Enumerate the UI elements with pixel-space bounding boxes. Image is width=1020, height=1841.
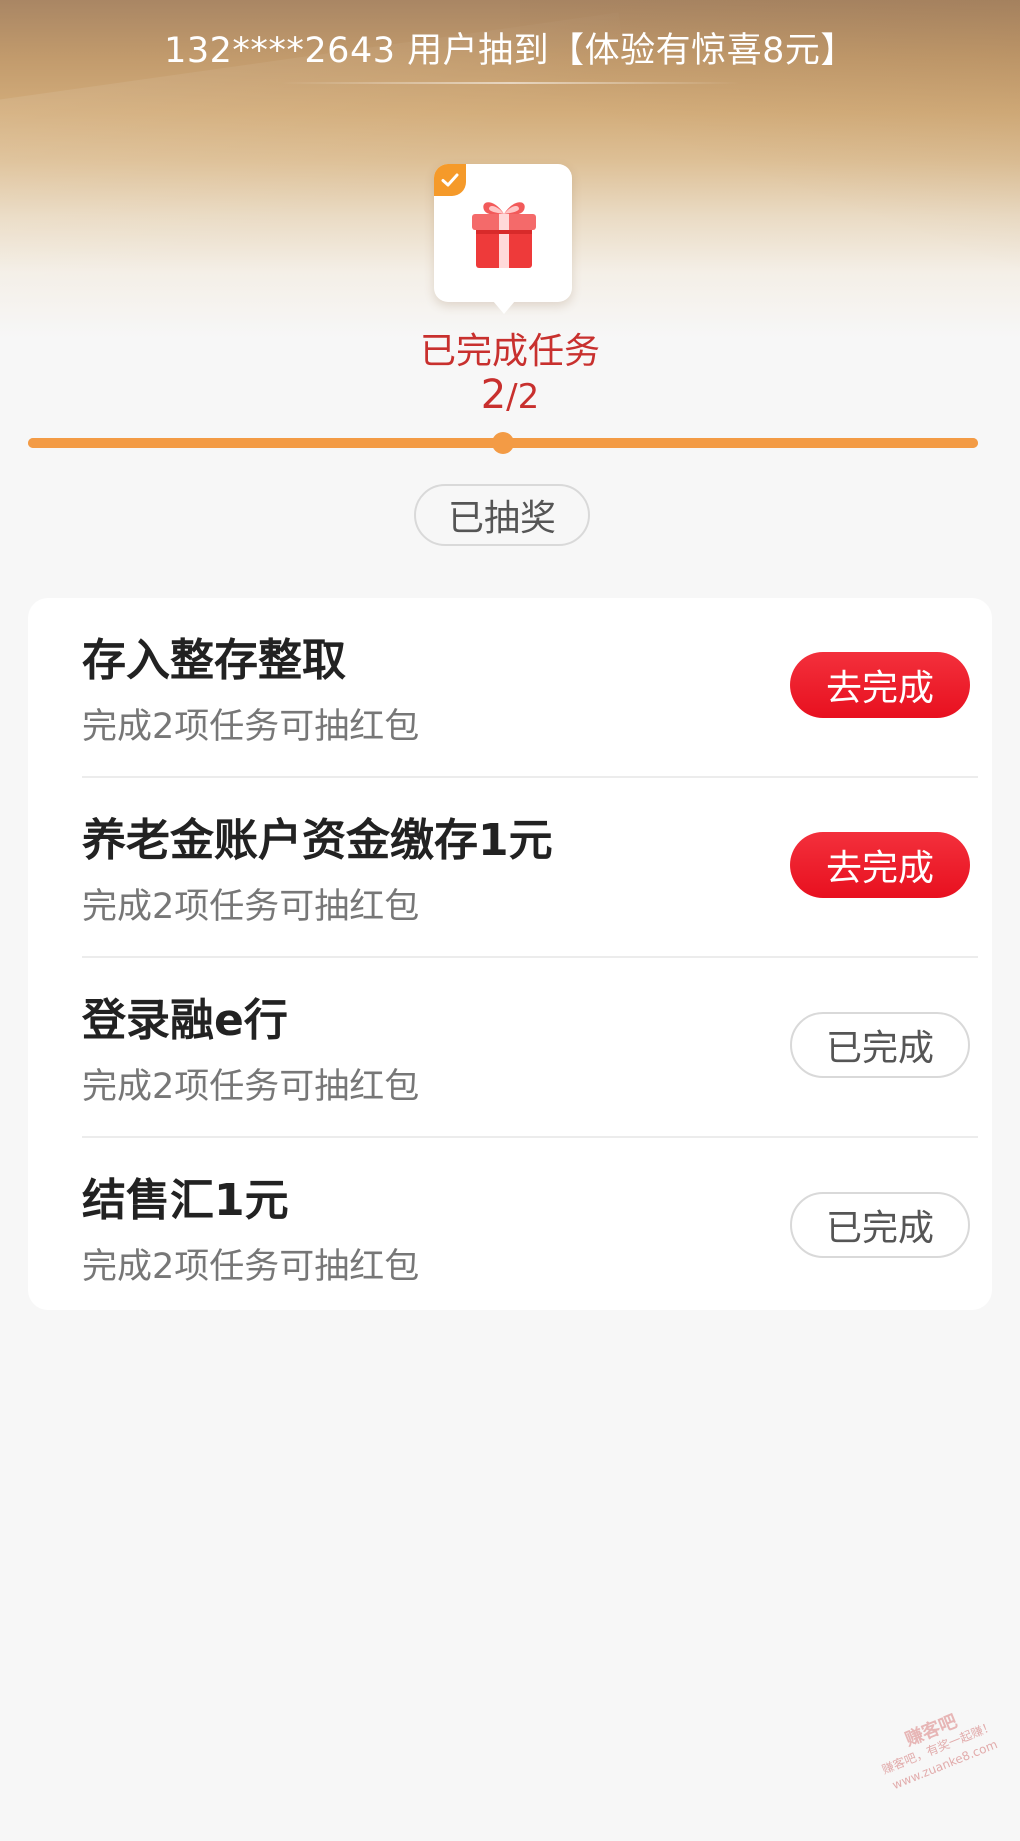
- task-progress-count: 2/2: [0, 372, 1020, 418]
- task-subtitle: 完成2项任务可抽红包: [82, 887, 420, 927]
- task-title: 结售汇1元: [82, 1175, 289, 1226]
- task-row: 登录融e行 完成2项任务可抽红包 已完成: [82, 958, 978, 1138]
- lottery-status-button[interactable]: 已抽奖: [414, 484, 590, 546]
- progress-separator: /: [506, 377, 518, 417]
- gift-reward-card[interactable]: [434, 164, 572, 314]
- go-complete-button[interactable]: 去完成: [790, 652, 970, 718]
- completed-button[interactable]: 已完成: [790, 1192, 970, 1258]
- task-title: 登录融e行: [82, 995, 288, 1046]
- ticker-underline: [280, 82, 740, 84]
- completed-button[interactable]: 已完成: [790, 1012, 970, 1078]
- site-watermark: 赚客吧 赚客吧，有奖一起赚！ www.zuanke8.com: [858, 1695, 1020, 1825]
- task-list: 存入整存整取 完成2项任务可抽红包 去完成 养老金账户资金缴存1元 完成2项任务…: [28, 598, 992, 1310]
- go-complete-button[interactable]: 去完成: [790, 832, 970, 898]
- task-subtitle: 完成2项任务可抽红包: [82, 1067, 420, 1107]
- gift-icon: [472, 202, 536, 268]
- task-progress-caption: 已完成任务: [419, 331, 600, 372]
- task-title: 养老金账户资金缴存1元: [82, 815, 553, 866]
- hero-banner: 132****2643 用户抽到【体验有惊喜8元】 已完成任务 2/2: [0, 0, 1020, 470]
- task-subtitle: 完成2项任务可抽红包: [82, 1247, 420, 1287]
- winner-ticker: 132****2643 用户抽到【体验有惊喜8元】: [164, 31, 856, 71]
- progress-bar: [28, 432, 978, 454]
- task-title: 存入整存整取: [82, 635, 346, 686]
- progress-completed: 2: [480, 372, 507, 418]
- task-row: 存入整存整取 完成2项任务可抽红包 去完成: [82, 598, 978, 778]
- task-row: 结售汇1元 完成2项任务可抽红包 已完成: [82, 1138, 978, 1318]
- task-subtitle: 完成2项任务可抽红包: [82, 707, 420, 747]
- check-icon: [434, 164, 466, 196]
- task-row: 养老金账户资金缴存1元 完成2项任务可抽红包 去完成: [82, 778, 978, 958]
- progress-marker: [492, 432, 514, 454]
- progress-total: 2: [517, 377, 540, 417]
